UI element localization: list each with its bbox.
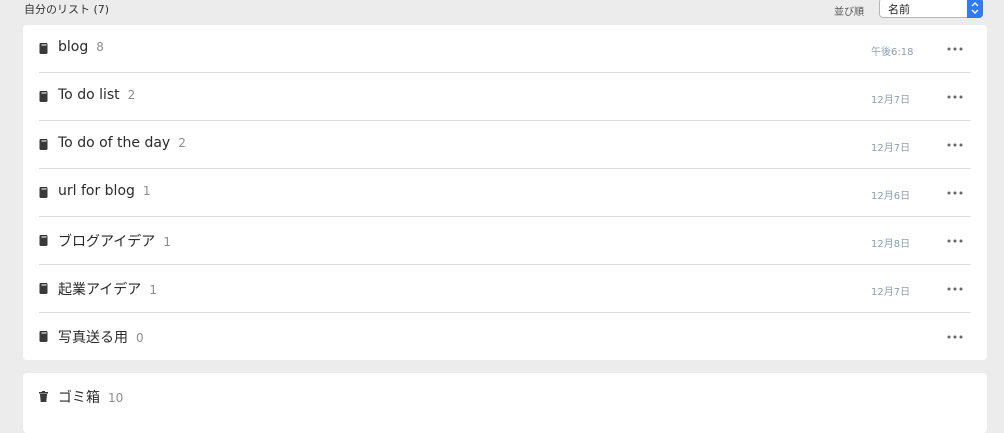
more-options-icon[interactable]: [947, 287, 963, 291]
notebook-list: blog 8 午後6:18 To do list 2 12月7日 To do of …: [23, 25, 987, 360]
notebook-row[interactable]: 起業アイデア 1 12月7日: [23, 265, 987, 313]
chevron-updown-icon: [967, 0, 983, 18]
updated-date: 12月7日: [871, 95, 911, 106]
more-options-icon[interactable]: [947, 143, 963, 147]
note-count: 0: [136, 331, 144, 345]
more-options-icon[interactable]: [947, 239, 963, 243]
updated-date: 午後6:18: [871, 47, 914, 58]
notebook-icon: [39, 187, 48, 198]
updated-date: 12月7日: [871, 287, 911, 298]
more-options-icon[interactable]: [947, 191, 963, 195]
notebook-icon: [39, 235, 48, 246]
notebook-title: To do list 2: [58, 87, 136, 103]
notebook-row[interactable]: To do of the day 2 12月7日: [23, 121, 987, 169]
notebook-row[interactable]: ブログアイデア 1 12月8日: [23, 217, 987, 265]
sort-selected-value: 名前: [888, 3, 910, 16]
list-title: 自分のリスト (7): [24, 3, 110, 16]
trash-icon: [39, 391, 48, 402]
sort-label: 並び順: [834, 7, 864, 18]
trash-count: 10: [108, 391, 124, 405]
trash-title: ゴミ箱 10: [58, 390, 124, 406]
updated-date: 12月6日: [871, 191, 911, 202]
more-options-icon[interactable]: [947, 95, 963, 99]
note-count: 2: [178, 136, 186, 150]
note-count: 1: [149, 283, 157, 297]
notebook-icon: [39, 283, 48, 294]
note-count: 2: [127, 88, 136, 102]
notebook-row[interactable]: 写真送る用 0: [23, 313, 987, 361]
trash-row[interactable]: ゴミ箱 10: [23, 373, 987, 433]
notebook-title: ブログアイデア 1: [58, 234, 171, 250]
notebook-row[interactable]: To do list 2 12月7日: [23, 73, 987, 121]
notebook-title: 起業アイデア 1: [58, 282, 157, 298]
notebook-icon: [39, 91, 48, 102]
notebook-title: To do of the day 2: [58, 135, 186, 151]
note-count: 8: [96, 40, 104, 54]
notebook-title: url for blog 1: [58, 183, 151, 199]
more-options-icon[interactable]: [947, 335, 963, 339]
notebook-title: 写真送る用 0: [58, 330, 144, 346]
notebook-row[interactable]: blog 8 午後6:18: [23, 25, 987, 73]
note-count: 1: [163, 235, 171, 249]
updated-date: 12月8日: [871, 239, 911, 250]
updated-date: 12月7日: [871, 143, 911, 154]
list-header: 自分のリスト (7) 並び順 名前: [0, 0, 1004, 20]
note-count: 1: [142, 184, 151, 198]
more-options-icon[interactable]: [947, 47, 963, 51]
notebook-title: blog 8: [58, 39, 104, 55]
notebook-row[interactable]: url for blog 1 12月6日: [23, 169, 987, 217]
notebook-icon: [39, 331, 48, 342]
notebook-icon: [39, 139, 48, 150]
notebook-icon: [39, 43, 48, 54]
sort-select[interactable]: 名前: [879, 0, 983, 18]
